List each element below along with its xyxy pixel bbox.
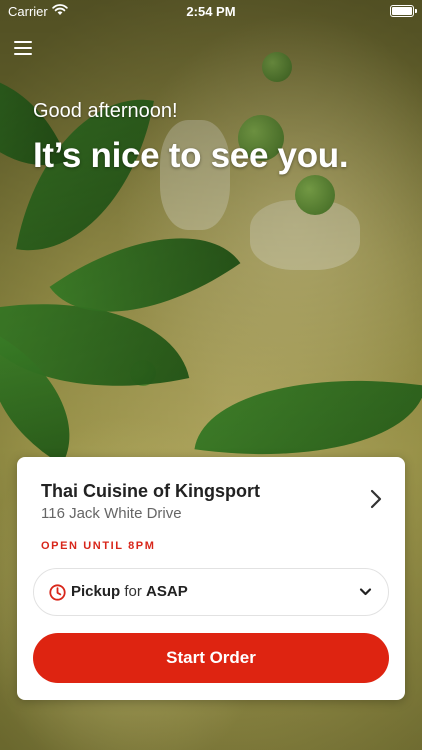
order-type-value: Pickup — [71, 583, 121, 600]
clock-icon — [49, 584, 66, 601]
greeting-text: Good afternoon! — [33, 100, 178, 122]
restaurant-address: 116 Jack White Drive — [41, 505, 182, 522]
chevron-right-icon — [370, 489, 382, 509]
status-bar: Carrier 2:54 PM — [0, 0, 422, 22]
welcome-heading: It’s nice to see you. — [33, 136, 349, 175]
order-time-value: ASAP — [146, 583, 188, 600]
chevron-down-icon — [359, 588, 372, 596]
restaurant-name: Thai Cuisine of Kingsport — [41, 481, 260, 501]
status-time: 2:54 PM — [186, 4, 236, 19]
menu-icon — [14, 41, 32, 43]
location-selector[interactable]: Thai Cuisine of Kingsport 116 Jack White… — [17, 457, 405, 537]
battery-icon — [390, 5, 417, 17]
order-type-summary: Pickup for ASAP — [71, 583, 188, 600]
open-status-label: OPEN UNTIL 8PM — [41, 540, 156, 552]
location-card: Thai Cuisine of Kingsport 116 Jack White… — [17, 457, 405, 700]
order-connector: for — [124, 583, 142, 600]
menu-button[interactable] — [14, 38, 36, 58]
order-type-dropdown[interactable]: Pickup for ASAP — [33, 568, 389, 616]
start-order-button[interactable]: Start Order — [33, 633, 389, 683]
